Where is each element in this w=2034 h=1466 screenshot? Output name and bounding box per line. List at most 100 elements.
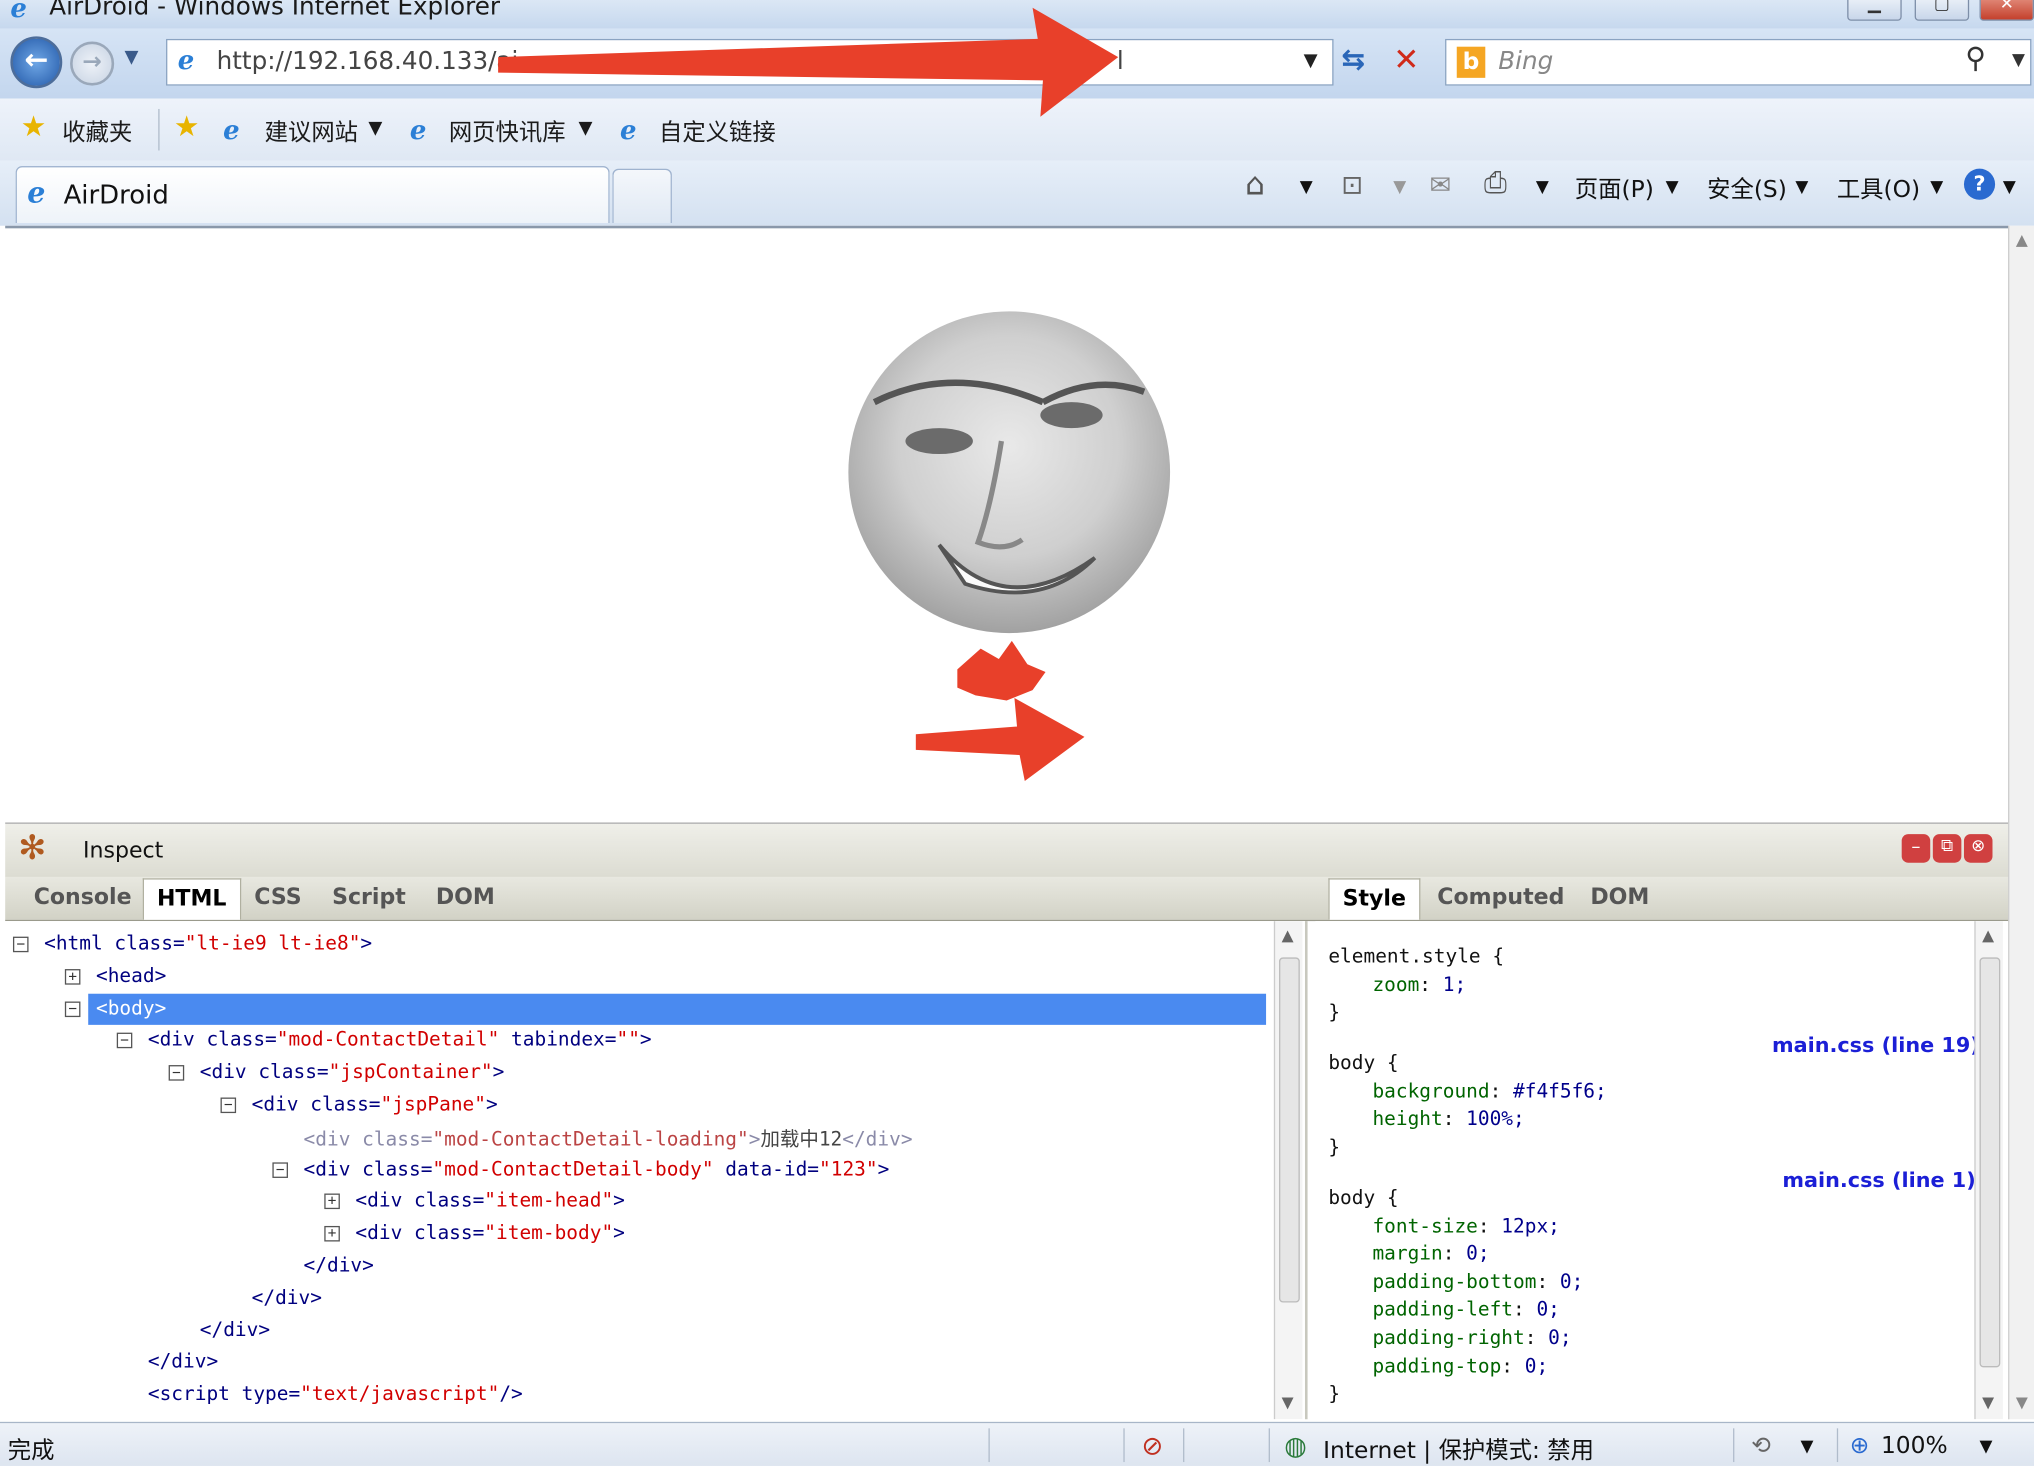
html-tree-node[interactable]: <head> (96, 964, 166, 987)
rule1-source-link[interactable]: main.css (line 19) (1772, 1033, 1980, 1058)
help-dropdown-icon[interactable]: ▼ (2003, 178, 2016, 197)
html-tree-node[interactable]: <div class="jspContainer"> (200, 1060, 505, 1083)
html-tree-node[interactable]: <div class="mod-ContactDetail-loading">加… (304, 1124, 913, 1151)
expand-icon[interactable]: + (64, 969, 81, 985)
tab-dom[interactable]: DOM (423, 883, 508, 912)
scroll-up-arrow-icon[interactable]: ▲ (2016, 231, 2028, 249)
new-tab-button[interactable] (612, 168, 672, 224)
expand-icon[interactable]: + (324, 1226, 340, 1242)
close-window-button[interactable]: ✕ (1979, 0, 2034, 21)
css-declaration[interactable]: font-size: 12px; (1372, 1214, 1559, 1237)
refresh-icon[interactable]: ⇆ (1341, 44, 1365, 76)
tree-scroll-down-icon[interactable]: ▼ (1282, 1393, 1294, 1411)
popup-blocked-icon[interactable]: ⊘ (1142, 1430, 1164, 1461)
inspect-button[interactable]: Inspect (83, 838, 163, 864)
url-text[interactable]: http://192.168.40.133/ai (217, 47, 519, 76)
webslice-gallery-link[interactable]: 网页快讯库 (449, 114, 566, 148)
collapse-icon[interactable]: − (168, 1065, 185, 1081)
favorites-button[interactable]: 收藏夹 (62, 114, 132, 148)
compatibility-icon[interactable]: ⟲ (1751, 1432, 1771, 1459)
rule2-source-link[interactable]: main.css (line 1) (1782, 1168, 1975, 1193)
tab-script[interactable]: Script (319, 883, 419, 912)
print-dropdown-icon[interactable]: ▼ (1536, 178, 1549, 197)
compatibility-dropdown-icon[interactable]: ▼ (1801, 1437, 1814, 1456)
css-value[interactable]: #f4f5f6; (1513, 1079, 1607, 1102)
css-declaration[interactable]: padding-right: 0; (1372, 1326, 1571, 1349)
html-tree-node[interactable]: <div class="mod-ContactDetail" tabindex=… (148, 1028, 652, 1051)
stop-icon[interactable]: ✕ (1393, 42, 1419, 78)
back-button[interactable]: ← (10, 36, 63, 89)
html-tree-node[interactable]: </div> (200, 1318, 270, 1341)
home-icon[interactable]: ⌂ (1245, 166, 1265, 202)
html-tree-node[interactable]: <body> (96, 996, 166, 1019)
suggested-sites-dropdown-icon[interactable]: ▼ (368, 118, 382, 139)
minimize-button[interactable]: ▁ (1847, 0, 1902, 21)
tab-html[interactable]: HTML (142, 878, 241, 920)
html-tree-node[interactable]: </div> (148, 1350, 218, 1373)
webslice-dropdown-icon[interactable]: ▼ (579, 118, 593, 139)
css-declaration[interactable]: margin: 0; (1372, 1242, 1489, 1265)
html-tree-node[interactable]: <div class="item-body"> (355, 1221, 624, 1244)
side-tab-dom[interactable]: DOM (1577, 883, 1662, 912)
css-value[interactable]: 12px; (1501, 1214, 1560, 1237)
css-value[interactable]: 100%; (1466, 1107, 1525, 1130)
forward-button[interactable]: → (70, 41, 115, 86)
tools-menu[interactable]: 工具(O) (1837, 171, 1920, 205)
html-tree-node[interactable]: <div class="mod-ContactDetail-body" data… (304, 1157, 890, 1180)
tree-scroll-thumb[interactable] (1279, 957, 1300, 1303)
search-dropdown-icon[interactable]: ▼ (2012, 51, 2025, 70)
css-declaration[interactable]: padding-bottom: 0; (1372, 1270, 1583, 1293)
collapse-icon[interactable]: − (116, 1033, 133, 1049)
recent-pages-dropdown-icon[interactable]: ▼ (125, 47, 139, 68)
zoom-dropdown-icon[interactable]: ▼ (1980, 1437, 1993, 1456)
safety-menu[interactable]: 安全(S) (1707, 171, 1787, 205)
css-declaration[interactable]: background: #f4f5f6; (1372, 1079, 1606, 1102)
firebug-detach-icon[interactable]: ⧉ (1932, 834, 1962, 863)
page-menu[interactable]: 页面(P) (1575, 171, 1654, 205)
html-tree-node[interactable]: <html class="lt-ie9 lt-ie8"> (44, 931, 372, 954)
collapse-icon[interactable]: − (220, 1097, 237, 1114)
html-tree-node[interactable]: </div> (252, 1285, 322, 1308)
side-tab-computed[interactable]: Computed (1424, 883, 1577, 912)
read-mail-icon[interactable]: ✉ (1430, 169, 1452, 200)
firebug-close-icon[interactable]: ⊗ (1963, 834, 1993, 863)
style-scrollbar[interactable]: ▲ ▼ (1974, 921, 2003, 1420)
style-scroll-down-icon[interactable]: ▼ (1982, 1393, 1994, 1411)
html-tree-node[interactable]: <div class="item-head"> (355, 1189, 624, 1212)
search-box[interactable]: b Bing ⚲ ▼ (1445, 38, 2032, 86)
html-tree-node[interactable]: <script type="text/javascript"/> (148, 1382, 523, 1405)
css-declaration[interactable]: padding-left: 0; (1372, 1298, 1559, 1321)
css-value[interactable]: 0; (1560, 1270, 1583, 1293)
style-scroll-up-icon[interactable]: ▲ (1982, 926, 1994, 944)
collapse-icon[interactable]: − (12, 936, 29, 953)
css-value[interactable]: 1; (1443, 972, 1466, 995)
zoom-level[interactable]: 100% (1881, 1432, 1948, 1459)
css-declaration[interactable]: height: 100%; (1372, 1107, 1524, 1130)
html-tree-node[interactable]: <div class="jspPane"> (252, 1092, 498, 1115)
html-tree-scrollbar[interactable]: ▲ ▼ (1273, 921, 1303, 1420)
css-value[interactable]: 0; (1525, 1354, 1548, 1377)
tab-css[interactable]: CSS (241, 883, 314, 912)
expand-icon[interactable]: + (324, 1194, 340, 1210)
css-value[interactable]: 0; (1548, 1326, 1571, 1349)
print-icon[interactable]: ⎙ (1484, 167, 1507, 199)
address-bar[interactable]: e http://192.168.40.133/ai l ▼ (166, 38, 1334, 86)
firebug-bug-icon[interactable]: ✻ (18, 829, 46, 868)
side-tab-style[interactable]: Style (1328, 878, 1421, 920)
address-dropdown-icon[interactable]: ▼ (1304, 51, 1318, 72)
tab-airdroid[interactable]: e AirDroid (15, 166, 610, 224)
security-zone-text[interactable]: Internet | 保护模式: 禁用 (1323, 1432, 1594, 1466)
collapse-icon[interactable]: − (272, 1162, 288, 1178)
css-value[interactable]: 0; (1536, 1298, 1559, 1321)
home-dropdown-icon[interactable]: ▼ (1300, 178, 1313, 197)
feeds-dropdown-icon[interactable]: ▼ (1393, 178, 1406, 197)
page-scrollbar[interactable]: ▲ ▼ (2008, 225, 2034, 1420)
tab-console[interactable]: Console (21, 883, 145, 912)
css-value[interactable]: 0; (1466, 1242, 1489, 1265)
search-icon[interactable]: ⚲ (1965, 43, 1986, 75)
help-icon[interactable]: ? (1963, 168, 1996, 200)
scroll-down-arrow-icon[interactable]: ▼ (2016, 1393, 2028, 1411)
add-favorite-icon[interactable]: ★ (174, 112, 200, 144)
feeds-icon[interactable]: ⊡ (1341, 169, 1363, 200)
style-scroll-thumb[interactable] (1979, 957, 2001, 1368)
